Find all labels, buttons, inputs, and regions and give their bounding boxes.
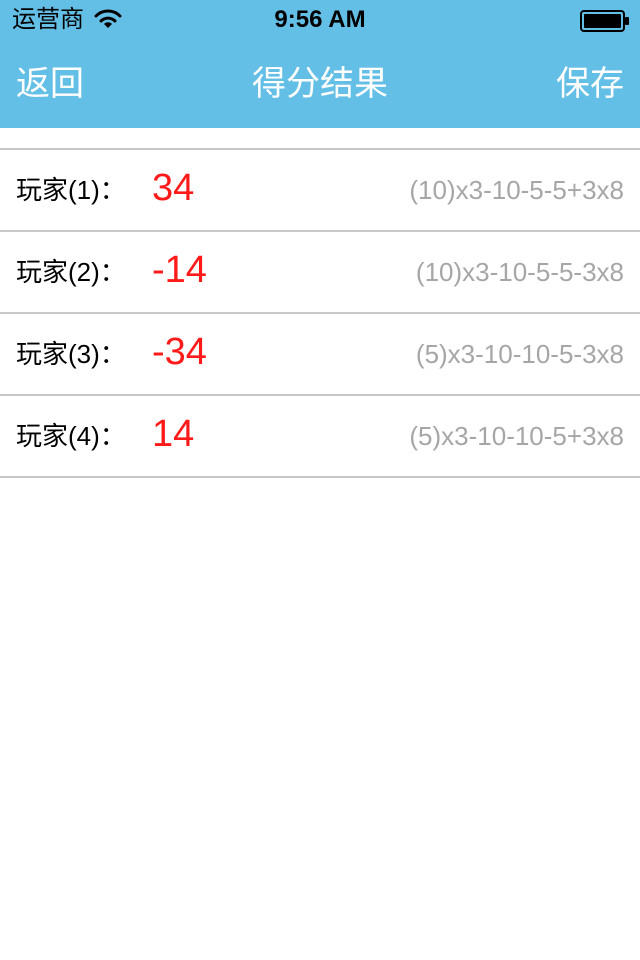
score-formula: (10)x3-10-5-5+3x8 xyxy=(409,175,624,205)
score-formula: (5)x3-10-10-5+3x8 xyxy=(409,421,624,451)
status-bar: 运营商 9:56 AM xyxy=(0,0,640,40)
result-row-player-1: 玩家(1)： 34 (10)x3-10-5-5+3x8 xyxy=(0,150,640,232)
score-formula: (10)x3-10-5-5-3x8 xyxy=(415,257,624,287)
score-results-screen: 运营商 9:56 AM 返回 得分结果 保存 玩家(1)： 34 (10)x3-… xyxy=(0,0,640,960)
save-button[interactable]: 保存 xyxy=(556,64,624,104)
player-score: 34 xyxy=(152,167,195,209)
status-time: 9:56 AM xyxy=(274,6,366,33)
player-label: 玩家(1)： xyxy=(16,175,126,205)
result-row-player-4: 玩家(4)： 14 (5)x3-10-10-5+3x8 xyxy=(0,396,640,478)
page-title: 得分结果 xyxy=(252,65,388,103)
player-label: 玩家(2)： xyxy=(16,257,126,287)
result-row-player-3: 玩家(3)： -34 (5)x3-10-10-5-3x8 xyxy=(0,314,640,396)
results-list: 玩家(1)： 34 (10)x3-10-5-5+3x8 玩家(2)： -14 (… xyxy=(0,148,640,478)
player-score: 14 xyxy=(152,413,195,455)
player-score: -14 xyxy=(152,249,207,291)
score-formula: (5)x3-10-10-5-3x8 xyxy=(415,339,624,369)
player-label: 玩家(4)： xyxy=(16,421,126,451)
back-button[interactable]: 返回 xyxy=(16,64,84,104)
battery-icon xyxy=(580,10,630,32)
player-label: 玩家(3)： xyxy=(16,339,126,369)
top-bar: 运营商 9:56 AM 返回 得分结果 保存 xyxy=(0,0,640,128)
player-score: -34 xyxy=(152,331,207,373)
navigation-bar: 返回 得分结果 保存 xyxy=(0,40,640,128)
result-row-player-2: 玩家(2)： -14 (10)x3-10-5-5-3x8 xyxy=(0,232,640,314)
